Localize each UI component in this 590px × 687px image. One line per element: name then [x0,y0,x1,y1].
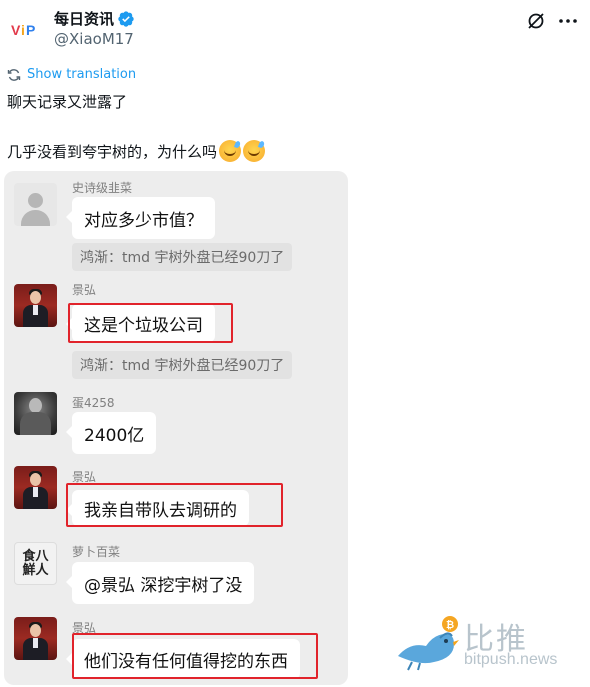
svg-text:₿: ₿ [446,619,454,631]
sender-name: 景弘 [72,283,97,297]
translate-icon [7,68,21,81]
quoted-reply: 鸿渐：tmd 宇树外盘已经90刀了 [72,243,293,271]
message-bubble: @景弘 深挖宇树了没 [65,562,255,604]
verified-badge-icon [118,10,134,27]
author-avatar[interactable]: V i P [10,14,42,46]
highlight-box [66,483,283,527]
show-translation-link[interactable]: Show translation [7,67,136,82]
svg-text:V: V [11,22,21,38]
dark-figure-avatar [14,392,57,435]
message-bubble: 对应多少市值？ [66,197,215,239]
grinning-sweat-emoji-icon [243,140,266,162]
bird-logo-icon: ₿ [398,616,459,671]
post-header: V i P 每日资讯 @XiaoM17 [0,0,590,60]
vip-logo-icon: V i P [11,22,35,38]
post-text-line-1: 聊天记录又泄露了 [7,93,128,111]
avatar-calligraphy-text: 食八 鮮人 [22,548,49,578]
grinning-sweat-emoji-icon [219,140,242,162]
man-suit-avatar [14,466,57,509]
sender-name: 史诗级韭菜 [72,181,133,195]
svg-text:i: i [21,22,25,38]
highlight-box [68,303,233,343]
author-name[interactable]: 每日资讯 [54,8,114,29]
man-suit-avatar [14,617,57,660]
quoted-reply: 鸿渐：tmd 宇树外盘已经90刀了 [72,351,293,379]
post-text-line-2-text: 几乎没看到夸宇树的，为什么吗 [7,142,218,161]
chat-screenshot-image[interactable]: 史诗级韭菜 对应多少市值？ 鸿渐：tmd 宇树外盘已经90刀了 景弘 这是个垃圾… [4,171,348,685]
man-suit-avatar [14,284,57,327]
more-options-icon[interactable] [557,11,579,31]
highlight-box [72,633,318,679]
sender-name: 蛋4258 [72,396,115,410]
bitpush-watermark: ₿ 比推 bitpush.news [390,612,580,678]
author-handle[interactable]: @XiaoM17 [54,30,134,48]
svg-text:P: P [26,22,35,38]
translation-label[interactable]: Show translation [27,67,136,82]
watermark-en: bitpush.news [464,651,558,668]
grok-icon[interactable] [526,11,546,31]
sender-name: 萝卜百菜 [72,545,121,559]
default-person-avatar-icon [14,183,57,226]
message-bubble: 2400亿 [65,412,157,454]
calligraphy-logo-avatar: 食八 鮮人 [14,542,57,585]
post-text-line-2: 几乎没看到夸宇树的，为什么吗 [7,140,266,162]
